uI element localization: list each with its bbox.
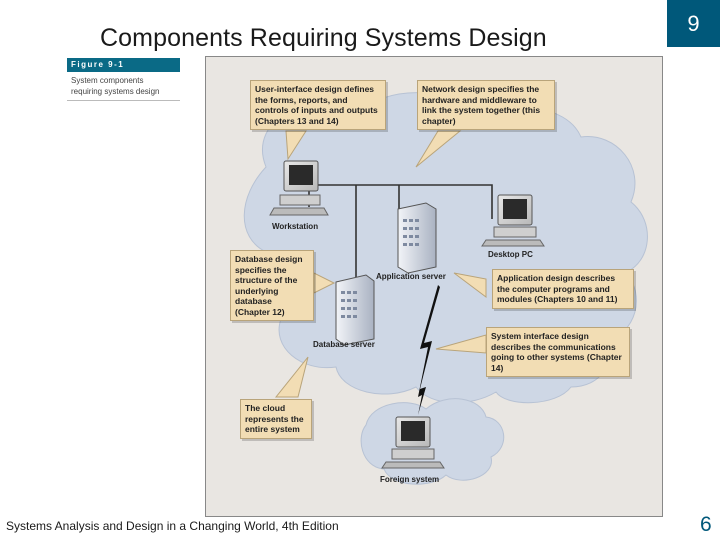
application-server-label: Application server xyxy=(376,272,446,281)
system-interface-design-callout: System interface design describes the co… xyxy=(486,327,630,377)
database-server-tower xyxy=(335,274,375,346)
application-design-callout: Application design describes the compute… xyxy=(492,269,634,309)
chapter-badge: 9 xyxy=(667,0,720,47)
network-design-callout: Network design specifies the hardware an… xyxy=(417,80,555,130)
foreign-system-label: Foreign system xyxy=(380,475,440,484)
slide-title: Components Requiring Systems Design xyxy=(100,24,547,52)
figure-caption-line1: System components xyxy=(71,76,144,85)
desktop-pc-label: Desktop PC xyxy=(488,250,533,259)
workstation-label: Workstation xyxy=(272,222,319,231)
figure-label: Figure 9-1 System components requiring s… xyxy=(67,58,180,101)
cloud-callout: The cloud represents the entire system xyxy=(240,399,312,439)
figure-caption-line2: requiring systems design xyxy=(71,87,160,96)
database-design-callout: Database design specifies the structure … xyxy=(230,250,314,321)
database-server-label: Database server xyxy=(313,340,375,349)
figure-caption: System components requiring systems desi… xyxy=(67,72,180,101)
footer-text: Systems Analysis and Design in a Changin… xyxy=(6,519,339,533)
page-number: 6 xyxy=(700,513,712,536)
application-server-tower xyxy=(397,202,437,274)
ui-design-callout: User-interface design defines the forms,… xyxy=(250,80,386,130)
figure-number: Figure 9-1 xyxy=(67,58,180,72)
system-components-diagram: User-interface design defines the forms,… xyxy=(205,56,663,517)
